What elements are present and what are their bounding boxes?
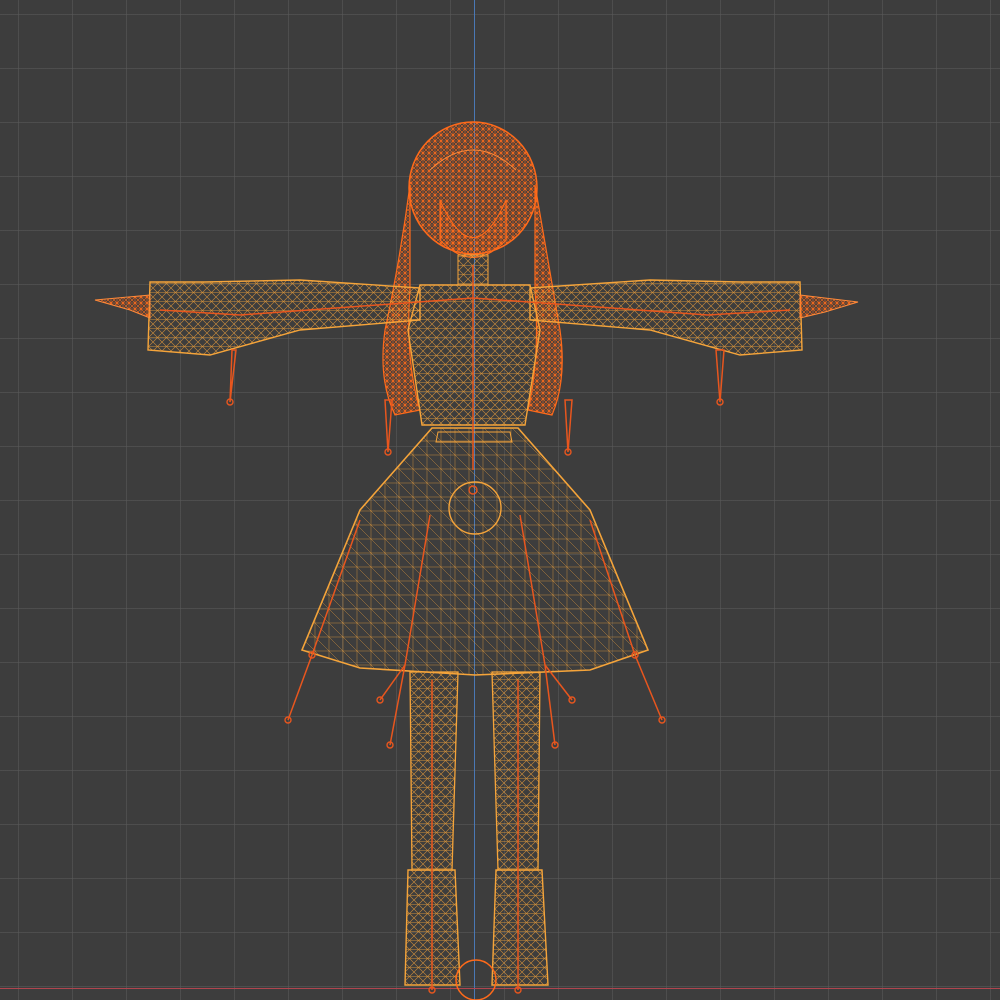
head-mesh — [408, 121, 538, 258]
character-wireframe[interactable] — [0, 0, 1000, 1000]
3d-viewport[interactable] — [0, 0, 1000, 1000]
legs-mesh — [404, 671, 549, 986]
skirt-mesh — [300, 427, 650, 676]
object-origin-marker[interactable] — [455, 959, 497, 1000]
torso-mesh — [407, 284, 541, 426]
